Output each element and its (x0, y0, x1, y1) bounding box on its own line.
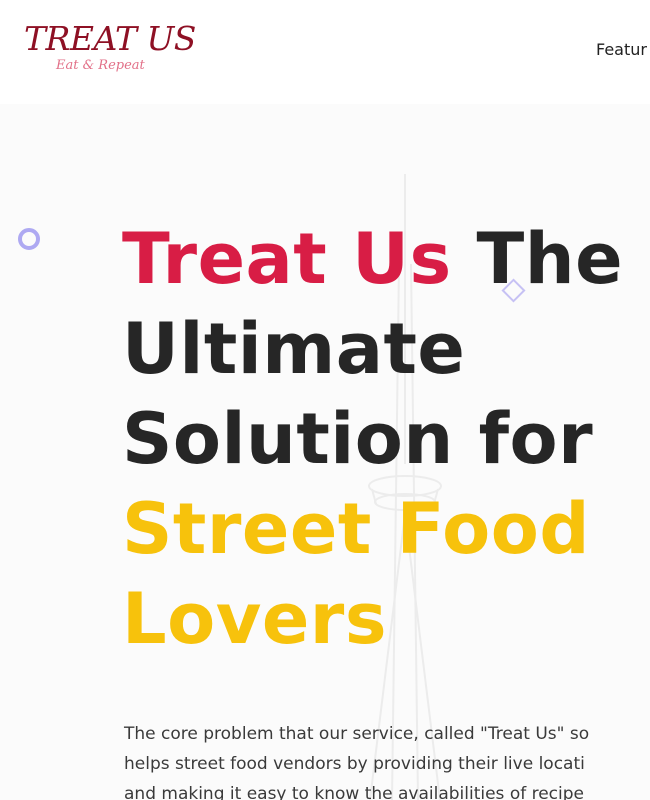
hero-description: The core problem that our service, calle… (124, 719, 650, 800)
headline-the: The (451, 218, 624, 300)
headline-line-5: Lovers (122, 578, 387, 660)
logo-tagline: Eat & Repeat (56, 58, 145, 73)
description-line: The core problem that our service, calle… (124, 724, 590, 744)
decorative-circle-icon (18, 228, 40, 250)
logo[interactable]: TREAT US Eat & Repeat (24, 19, 196, 74)
description-line: and making it easy to know the availabil… (124, 784, 585, 800)
headline-brand: Treat Us (122, 218, 452, 300)
headline-line-1: Treat Us The (122, 214, 623, 304)
description-line: helps street food vendors by providing t… (124, 754, 585, 774)
headline-line-2: Ultimate (122, 308, 466, 390)
nav-link-features[interactable]: Featur (596, 40, 647, 59)
headline-line-4: Street Food (122, 488, 590, 570)
logo-title: TREAT US (24, 19, 196, 58)
headline-line-3: Solution for (122, 398, 594, 480)
site-header: TREAT US Eat & Repeat Featur (0, 0, 650, 104)
hero-headline: Treat Us The Ultimate Solution for Stree… (122, 214, 623, 664)
hero-section: Treat Us The Ultimate Solution for Stree… (0, 104, 650, 800)
